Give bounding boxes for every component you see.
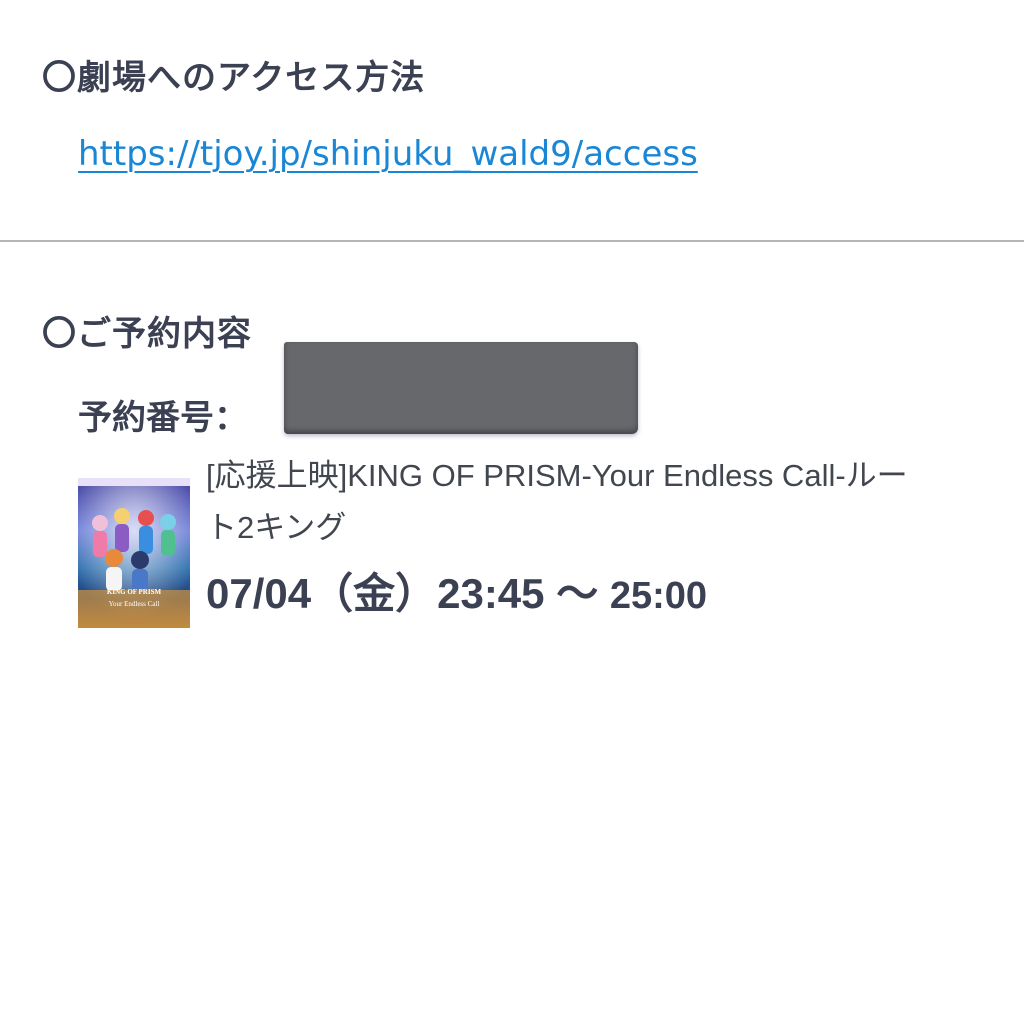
showtime-start: 07/04（金）23:45 〜 <box>206 570 610 617</box>
redacted-reservation-number <box>284 342 638 434</box>
theater-access-link[interactable]: https://tjoy.jp/shinjuku_wald9/access <box>78 134 698 174</box>
movie-poster-image: KING OF PRISM Your Endless Call <box>78 478 190 628</box>
reservation-section-title: 〇ご予約内容 <box>42 314 252 354</box>
poster-sub-text: Your Endless Call <box>109 600 160 608</box>
reservation-number-label: 予約番号： <box>78 398 248 438</box>
poster-logo-text: KING OF PRISM <box>107 588 162 596</box>
section-divider <box>0 240 1024 242</box>
showtime-end: 25:00 <box>609 575 708 617</box>
showtime: 07/04（金）23:45 〜 25:00 <box>206 560 707 621</box>
movie-title: [応援上映]KING OF PRISM-Your Endless Call-ルー… <box>206 458 908 545</box>
reservation-confirmation-page: 〇劇場へのアクセス方法 https://tjoy.jp/shinjuku_wal… <box>0 0 1024 1024</box>
access-section-title: 〇劇場へのアクセス方法 <box>42 58 426 98</box>
